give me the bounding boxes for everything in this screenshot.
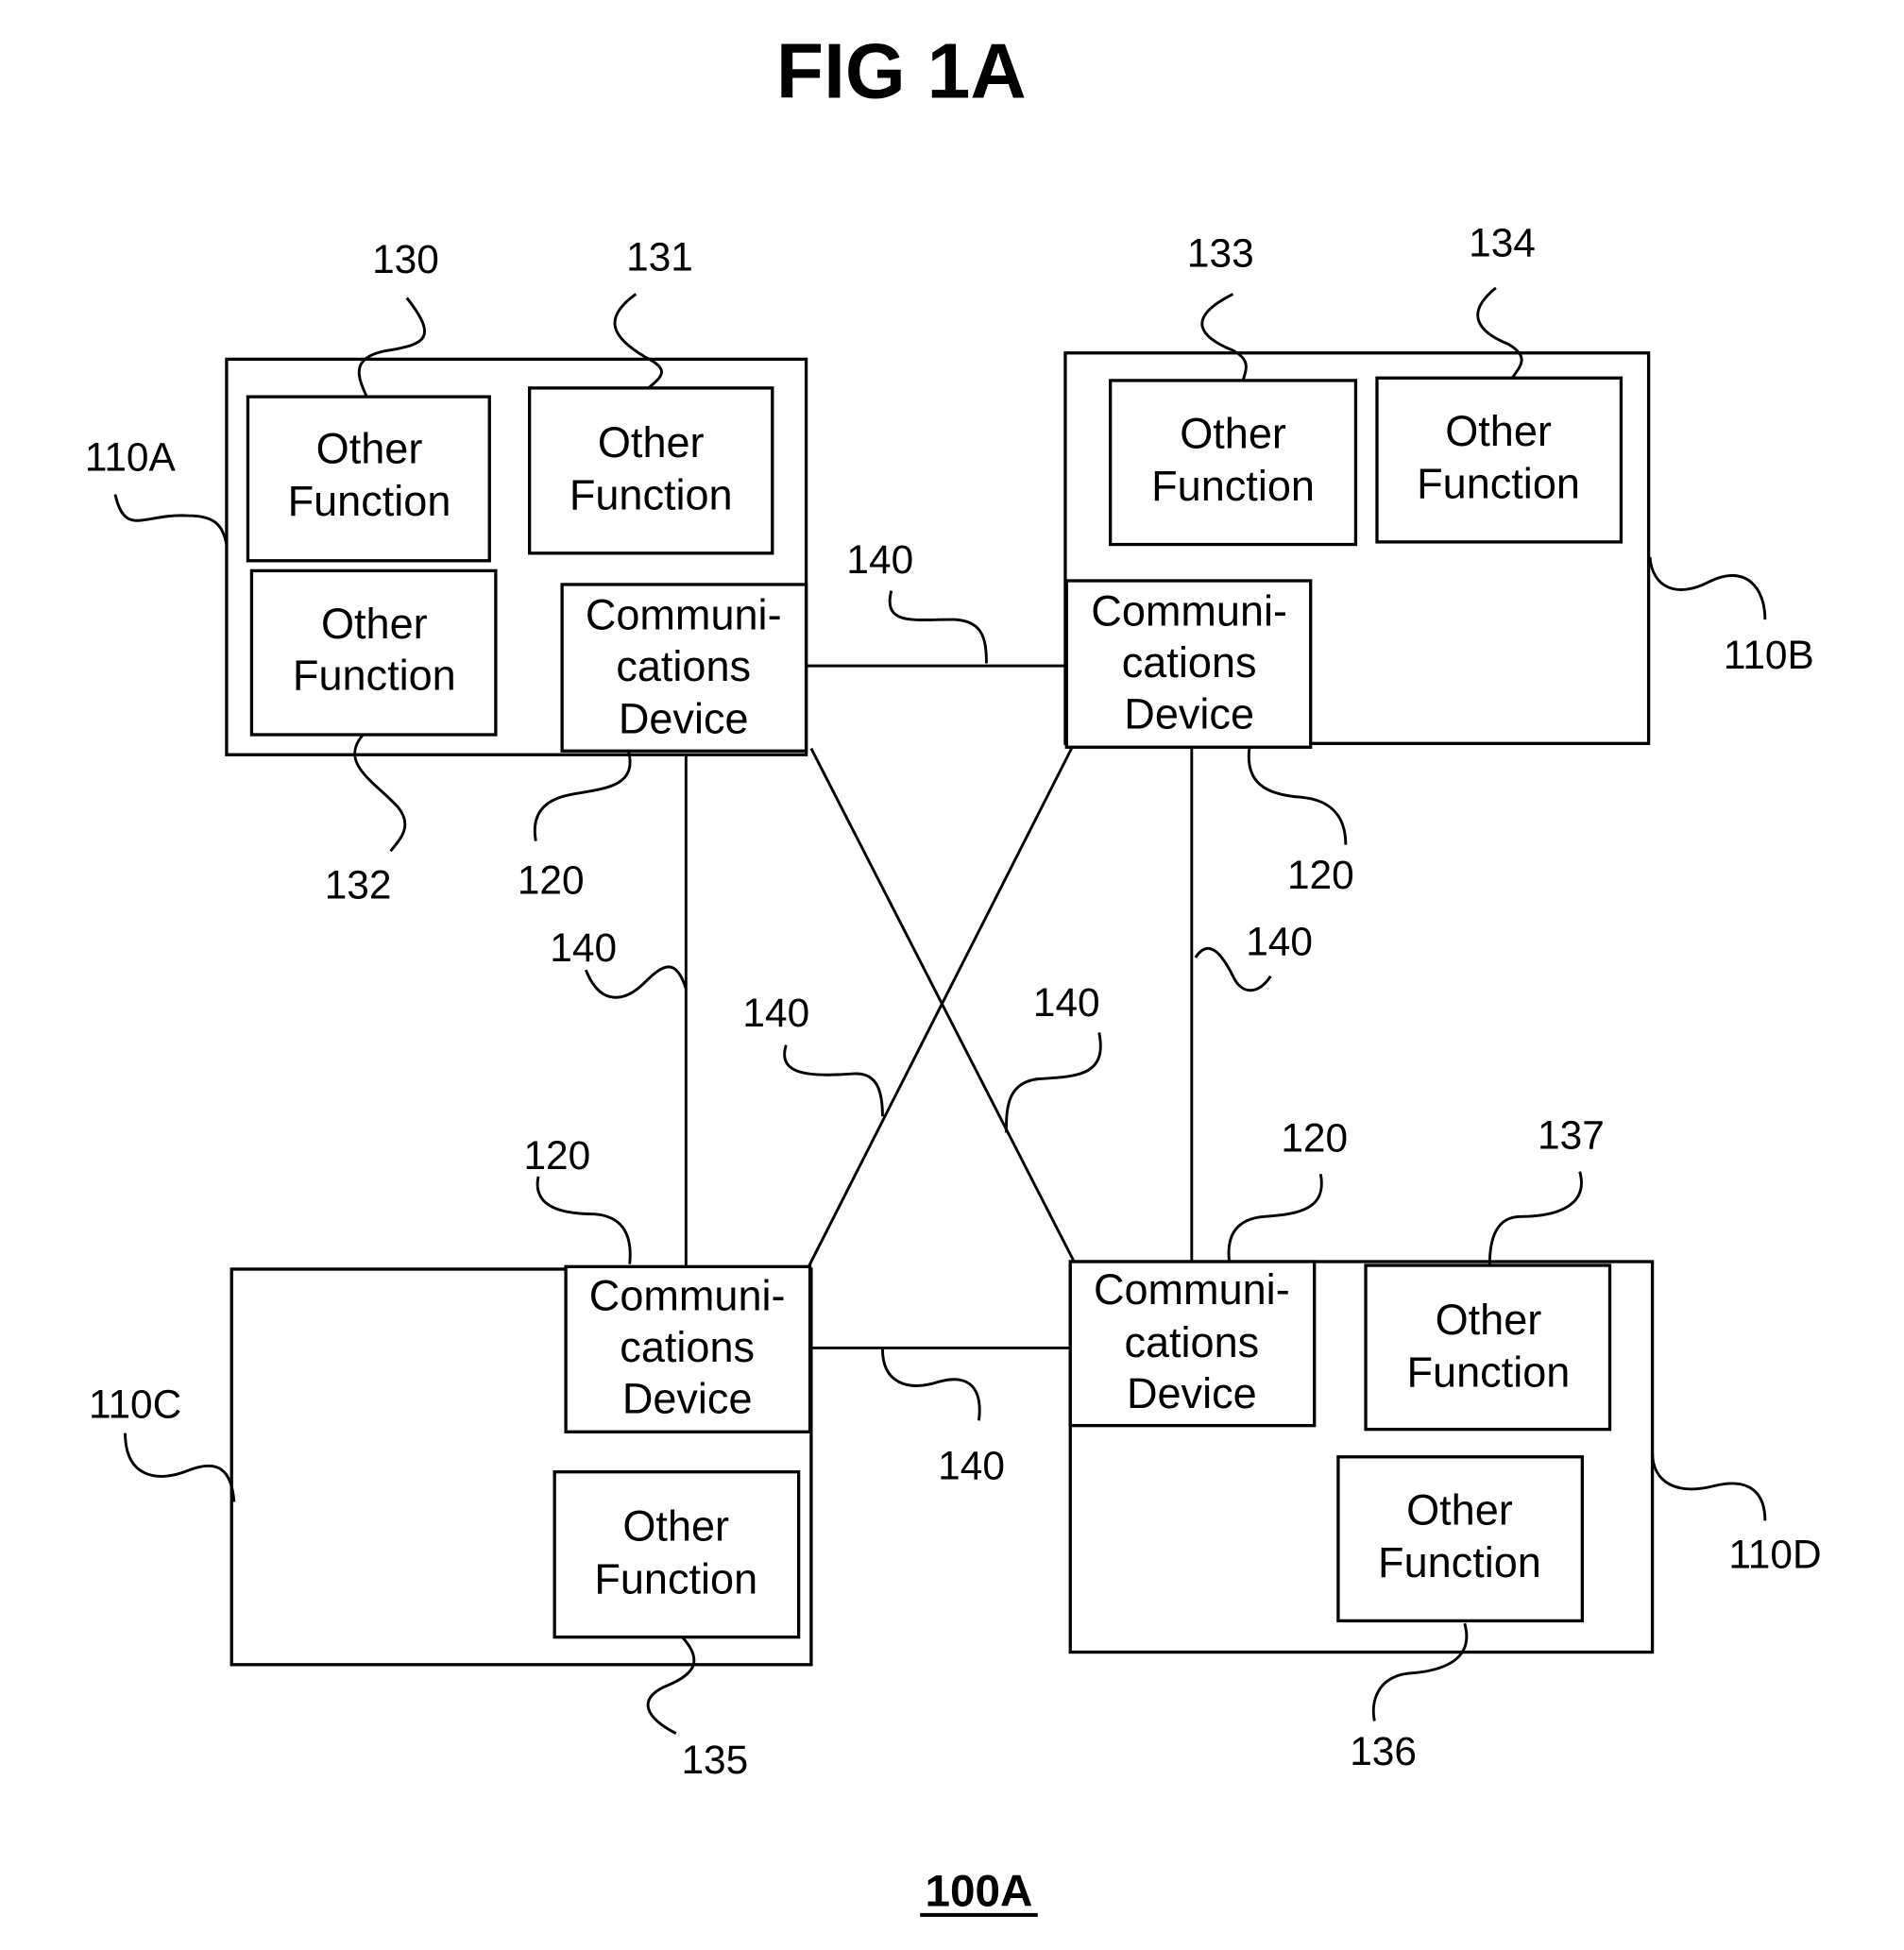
node-110b: Other Function Other Function Communi- c…	[1063, 351, 1651, 749]
diagram: FIG 1A Other Function Other Function Oth…	[85, 28, 1822, 1917]
svg-text:Function: Function	[1378, 1538, 1541, 1586]
svg-text:Other: Other	[316, 424, 423, 472]
node-110a: Other Function Other Function Other Func…	[225, 357, 808, 756]
svg-text:Function: Function	[288, 477, 451, 525]
svg-text:110B: 110B	[1724, 633, 1814, 677]
svg-text:Device: Device	[1127, 1369, 1257, 1417]
svg-text:Function: Function	[570, 470, 733, 518]
svg-text:Communi-: Communi-	[1094, 1265, 1290, 1314]
svg-text:Function: Function	[293, 651, 456, 699]
svg-text:Communi-: Communi-	[1091, 587, 1287, 636]
svg-text:cations: cations	[620, 1323, 755, 1371]
svg-text:137: 137	[1538, 1113, 1605, 1158]
svg-text:140: 140	[938, 1444, 1005, 1488]
svg-text:Other: Other	[1180, 409, 1286, 457]
svg-text:Communi-: Communi-	[589, 1272, 786, 1320]
svg-text:136: 136	[1350, 1729, 1417, 1773]
node-110c: Communi- cations Device Other Function	[230, 1264, 813, 1667]
svg-text:140: 140	[1246, 919, 1313, 963]
figure-caption: 100A	[925, 1867, 1032, 1917]
svg-text:Other: Other	[321, 600, 428, 648]
svg-text:Function: Function	[594, 1554, 757, 1602]
svg-text:Device: Device	[1124, 689, 1254, 738]
svg-text:Other: Other	[598, 418, 705, 466]
svg-text:130: 130	[372, 237, 439, 281]
svg-text:Communi-: Communi-	[586, 591, 782, 639]
svg-text:Other: Other	[1406, 1485, 1513, 1534]
svg-text:133: 133	[1187, 230, 1254, 275]
link-bc	[807, 747, 1073, 1267]
svg-text:Other: Other	[1445, 407, 1552, 455]
svg-text:132: 132	[325, 863, 392, 907]
svg-text:110A: 110A	[85, 434, 177, 479]
svg-text:131: 131	[626, 234, 693, 279]
svg-text:110C: 110C	[89, 1382, 181, 1427]
svg-text:140: 140	[550, 925, 617, 970]
svg-text:Function: Function	[1417, 460, 1580, 508]
svg-text:120: 120	[518, 857, 585, 902]
svg-text:Other: Other	[622, 1502, 729, 1551]
svg-text:140: 140	[846, 537, 913, 582]
figure-title: FIG 1A	[776, 28, 1027, 114]
svg-text:cations: cations	[616, 642, 751, 690]
svg-text:135: 135	[681, 1738, 748, 1782]
svg-text:140: 140	[742, 991, 809, 1035]
svg-text:cations: cations	[1122, 638, 1257, 687]
svg-text:Function: Function	[1407, 1348, 1571, 1397]
svg-text:Function: Function	[1151, 462, 1315, 510]
svg-text:Other: Other	[1436, 1296, 1542, 1344]
svg-text:140: 140	[1033, 980, 1100, 1025]
svg-text:120: 120	[1281, 1115, 1348, 1160]
svg-text:Device: Device	[619, 695, 749, 743]
svg-text:120: 120	[523, 1133, 590, 1178]
svg-text:Device: Device	[622, 1374, 753, 1422]
svg-text:134: 134	[1469, 221, 1536, 265]
svg-text:110D: 110D	[1728, 1533, 1821, 1577]
svg-text:cations: cations	[1124, 1318, 1259, 1366]
node-110d: Communi- cations Device Other Function O…	[1068, 1260, 1655, 1654]
svg-text:120: 120	[1287, 853, 1354, 897]
